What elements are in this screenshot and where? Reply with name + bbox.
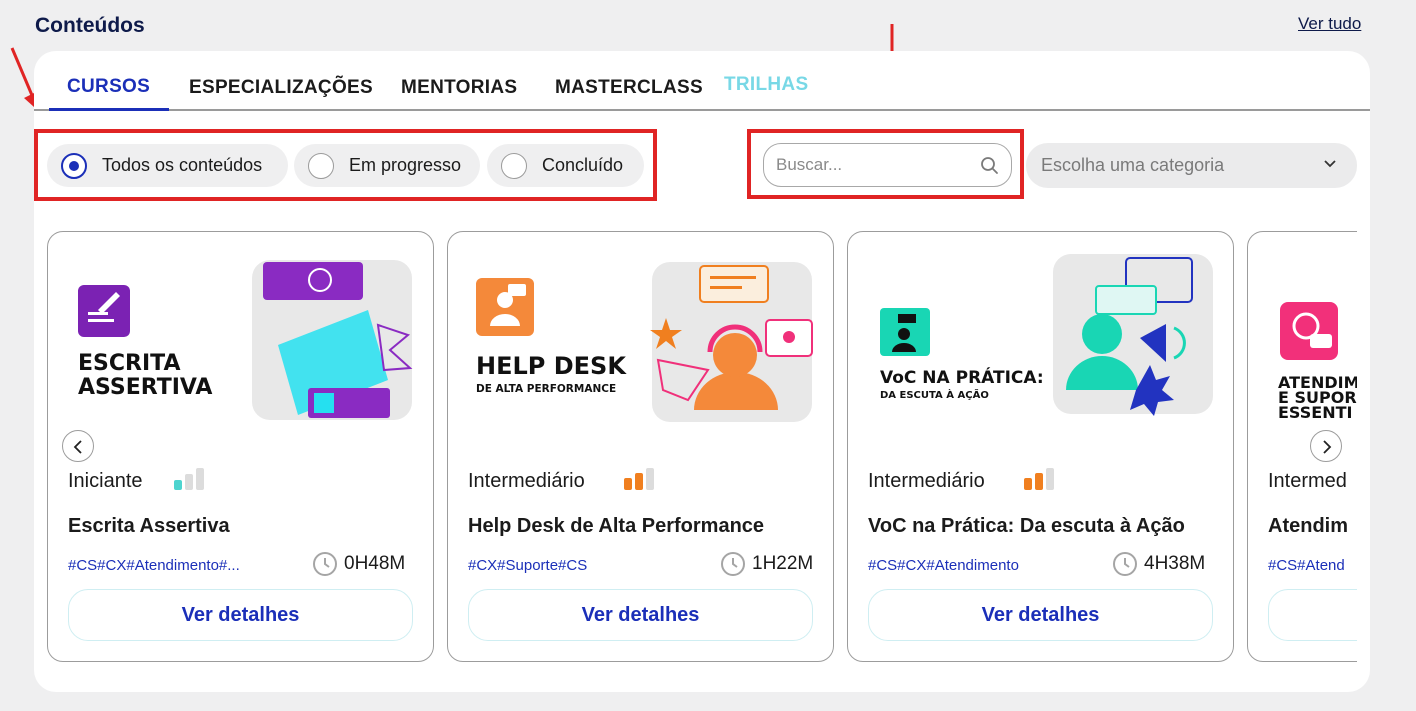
filter-all[interactable]: Todos os conteúdos (47, 144, 288, 187)
radio-unchecked-icon (308, 153, 334, 179)
course-tags: #CS#CX#Atendimento#... (68, 557, 240, 574)
filter-in-progress[interactable]: Em progresso (294, 144, 480, 187)
course-title: Atendim (1268, 515, 1348, 537)
tab-mentorias[interactable]: MENTORIAS (401, 77, 517, 99)
clock-icon (721, 552, 745, 576)
filter-completed[interactable]: Concluído (487, 144, 644, 187)
course-tags: #CX#Suporte#CS (468, 557, 588, 574)
level-bars-icon (624, 468, 658, 490)
carousel-prev-button[interactable] (62, 430, 94, 462)
svg-text:DA ESCUTA À AÇÃO: DA ESCUTA À AÇÃO (880, 388, 989, 401)
svg-text:VoC NA PRÁTICA:: VoC NA PRÁTICA: (880, 366, 1044, 388)
view-details-button[interactable] (1268, 589, 1357, 641)
view-details-button[interactable]: Ver detalhes (68, 589, 413, 641)
view-details-button[interactable]: Ver detalhes (468, 589, 813, 641)
course-card[interactable]: ESCRITA ASSERTIVA Iniciante Escrita Asse… (47, 231, 434, 662)
course-duration: 1H22M (752, 553, 814, 574)
radio-unchecked-icon (501, 153, 527, 179)
clock-icon (1113, 552, 1137, 576)
course-level: Intermediário (468, 470, 585, 492)
course-duration: 0H48M (344, 553, 406, 574)
view-details-button[interactable]: Ver detalhes (868, 589, 1213, 641)
course-level: Intermediário (868, 470, 985, 492)
course-level: Iniciante (68, 470, 143, 492)
section-title: Conteúdos (35, 14, 145, 37)
category-select[interactable]: Escolha uma categoria (1026, 143, 1357, 188)
search-input[interactable] (776, 154, 966, 176)
filter-in-progress-label: Em progresso (349, 155, 462, 175)
course-level: Intermed (1268, 470, 1347, 492)
course-thumbnail: VoC NA PRÁTICA: DA ESCUTA À AÇÃO (880, 254, 1213, 416)
svg-text:ASSERTIVA: ASSERTIVA (78, 375, 212, 400)
svg-text:ESSENTI: ESSENTI (1278, 403, 1352, 422)
filter-all-label: Todos os conteúdos (102, 155, 263, 175)
tab-bar: CURSOS ESPECIALIZAÇÕES MENTORIAS MASTERC… (34, 51, 1370, 111)
active-tab-indicator (49, 108, 169, 111)
search-box[interactable] (763, 143, 1012, 187)
filter-completed-label: Concluído (542, 155, 624, 175)
course-tags: #CS#CX#Atendimento (868, 557, 1019, 574)
course-thumbnail: HELP DESK DE ALTA PERFORMANCE (476, 262, 813, 422)
level-bars-icon (174, 468, 208, 490)
course-thumbnail: ESCRITA ASSERTIVA (78, 260, 413, 420)
tab-cursos[interactable]: CURSOS (67, 76, 150, 98)
category-select-label: Escolha uma categoria (1041, 155, 1225, 175)
chevron-left-icon (73, 440, 82, 454)
course-tags: #CS#Atend (1268, 557, 1345, 574)
carousel-next-button[interactable] (1310, 430, 1342, 462)
tab-especializacoes[interactable]: ESPECIALIZAÇÕES (189, 77, 373, 99)
search-icon[interactable] (979, 155, 1001, 177)
course-title: Help Desk de Alta Performance (468, 515, 765, 537)
chevron-right-icon (1323, 440, 1332, 454)
content-panel: CURSOS ESPECIALIZAÇÕES MENTORIAS MASTERC… (34, 51, 1370, 692)
svg-text:ESCRITA: ESCRITA (78, 351, 180, 376)
clock-icon (313, 552, 337, 576)
level-bars-icon (1024, 468, 1058, 490)
see-all-link[interactable]: Ver tudo (1298, 14, 1361, 34)
course-title: VoC na Prática: Da escuta à Ação (868, 515, 1185, 537)
svg-text:HELP DESK: HELP DESK (476, 352, 627, 380)
course-duration: 4H38M (1144, 553, 1206, 574)
chevron-down-icon (1324, 160, 1336, 168)
course-card[interactable]: HELP DESK DE ALTA PERFORMANCE Intermediá… (447, 231, 834, 662)
tab-masterclass[interactable]: MASTERCLASS (555, 77, 703, 99)
course-card[interactable]: VoC NA PRÁTICA: DA ESCUTA À AÇÃO Interme… (847, 231, 1234, 662)
svg-text:DE ALTA PERFORMANCE: DE ALTA PERFORMANCE (476, 383, 616, 395)
radio-checked-icon (61, 153, 87, 179)
tab-trilhas[interactable]: TRILHAS (724, 74, 808, 96)
course-thumbnail: ATENDIM E SUPOR ESSENTI (1278, 302, 1357, 422)
course-carousel: ESCRITA ASSERTIVA Iniciante Escrita Asse… (47, 231, 1357, 663)
course-title: Escrita Assertiva (68, 515, 230, 537)
